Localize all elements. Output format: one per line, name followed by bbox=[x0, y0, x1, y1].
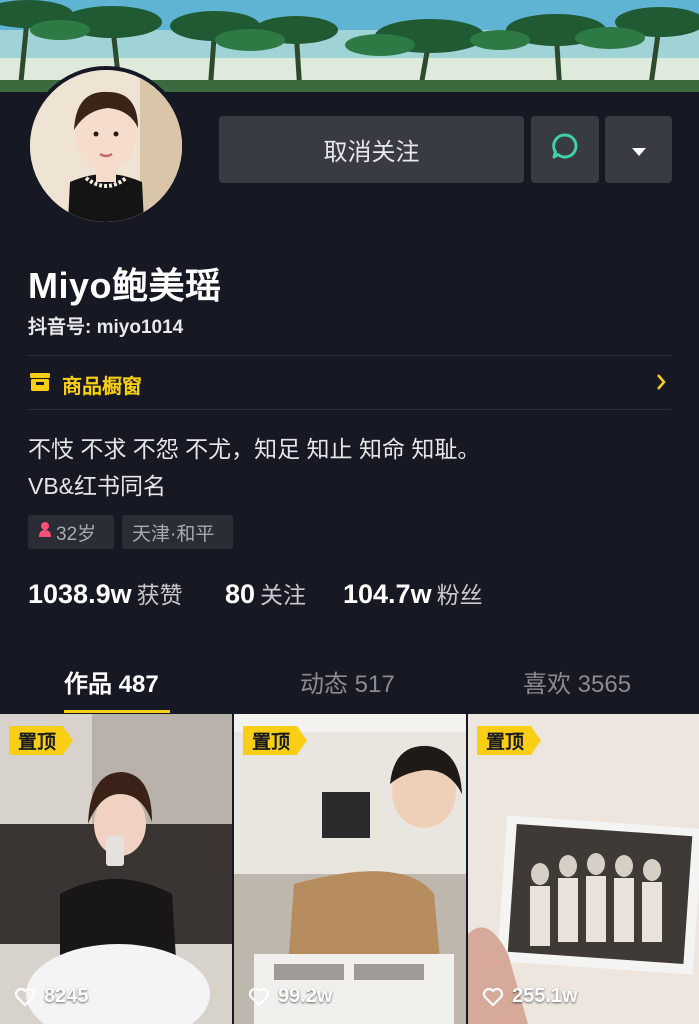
divider bbox=[28, 409, 671, 410]
active-tab-indicator bbox=[64, 710, 170, 713]
shop-icon bbox=[28, 371, 52, 398]
following-count: 80 bbox=[225, 579, 256, 609]
douyin-id: 抖音号: miyo1014 bbox=[28, 317, 184, 338]
likes-stat[interactable]: 1038.9w 获赞 bbox=[28, 576, 183, 610]
pinned-badge: 置顶 bbox=[477, 726, 541, 755]
pinned-badge: 置顶 bbox=[9, 726, 73, 755]
video-thumbnail[interactable]: 置顶 8245 bbox=[0, 714, 232, 1024]
unfollow-label: 取消关注 bbox=[323, 139, 420, 166]
following-label: 关注 bbox=[260, 582, 307, 608]
likes-label: 获赞 bbox=[136, 582, 183, 608]
female-person-icon bbox=[38, 521, 52, 543]
followers-stat[interactable]: 104.7w 粉丝 bbox=[343, 576, 483, 610]
video-likes-count: 8245 bbox=[44, 985, 89, 1007]
video-likes: 255.1w bbox=[482, 985, 578, 1008]
tab-moments[interactable]: 动态 517 bbox=[300, 664, 395, 699]
tab-works[interactable]: 作品 487 bbox=[64, 664, 159, 699]
video-likes-count: 255.1w bbox=[512, 985, 578, 1007]
likes-count: 1038.9w bbox=[28, 579, 132, 609]
chevron-right-icon bbox=[655, 372, 667, 397]
triangle-down-icon bbox=[631, 136, 647, 164]
shop-window-row[interactable]: 商品橱窗 bbox=[28, 368, 671, 400]
tab-likes[interactable]: 喜欢 3565 bbox=[523, 664, 631, 699]
message-button[interactable] bbox=[531, 116, 599, 183]
heart-icon bbox=[248, 987, 270, 1006]
followers-label: 粉丝 bbox=[436, 582, 483, 608]
more-options-button[interactable] bbox=[605, 116, 672, 183]
profile-name: Miyo鲍美瑶 bbox=[28, 265, 222, 306]
heart-icon bbox=[14, 987, 36, 1006]
location-tag: 天津·和平 bbox=[122, 515, 233, 549]
following-stat[interactable]: 80 关注 bbox=[225, 576, 306, 610]
followers-count: 104.7w bbox=[343, 579, 432, 609]
age-value: 32岁 bbox=[56, 523, 97, 545]
location-value: 天津·和平 bbox=[132, 523, 215, 545]
video-thumbnail[interactable]: 置顶 255.1w bbox=[468, 714, 699, 1024]
shop-window-label: 商品橱窗 bbox=[62, 375, 142, 398]
heart-icon bbox=[482, 987, 504, 1006]
video-likes: 8245 bbox=[14, 985, 89, 1008]
video-likes: 99.2w bbox=[248, 985, 332, 1008]
pinned-badge: 置顶 bbox=[243, 726, 307, 755]
age-tag: 32岁 bbox=[28, 515, 114, 549]
video-likes-count: 99.2w bbox=[278, 985, 333, 1007]
video-thumbnail[interactable]: 置顶 99.2w bbox=[234, 714, 466, 1024]
unfollow-button[interactable]: 取消关注 bbox=[219, 116, 524, 183]
bio-line-1: 不忮 不求 不怨 不尤，知足 知止 知命 知耻。 bbox=[28, 436, 481, 462]
bio-line-2: VB&红书同名 bbox=[28, 473, 167, 499]
avatar[interactable] bbox=[26, 66, 186, 226]
divider bbox=[28, 355, 671, 356]
chat-bubble-icon bbox=[550, 131, 580, 168]
